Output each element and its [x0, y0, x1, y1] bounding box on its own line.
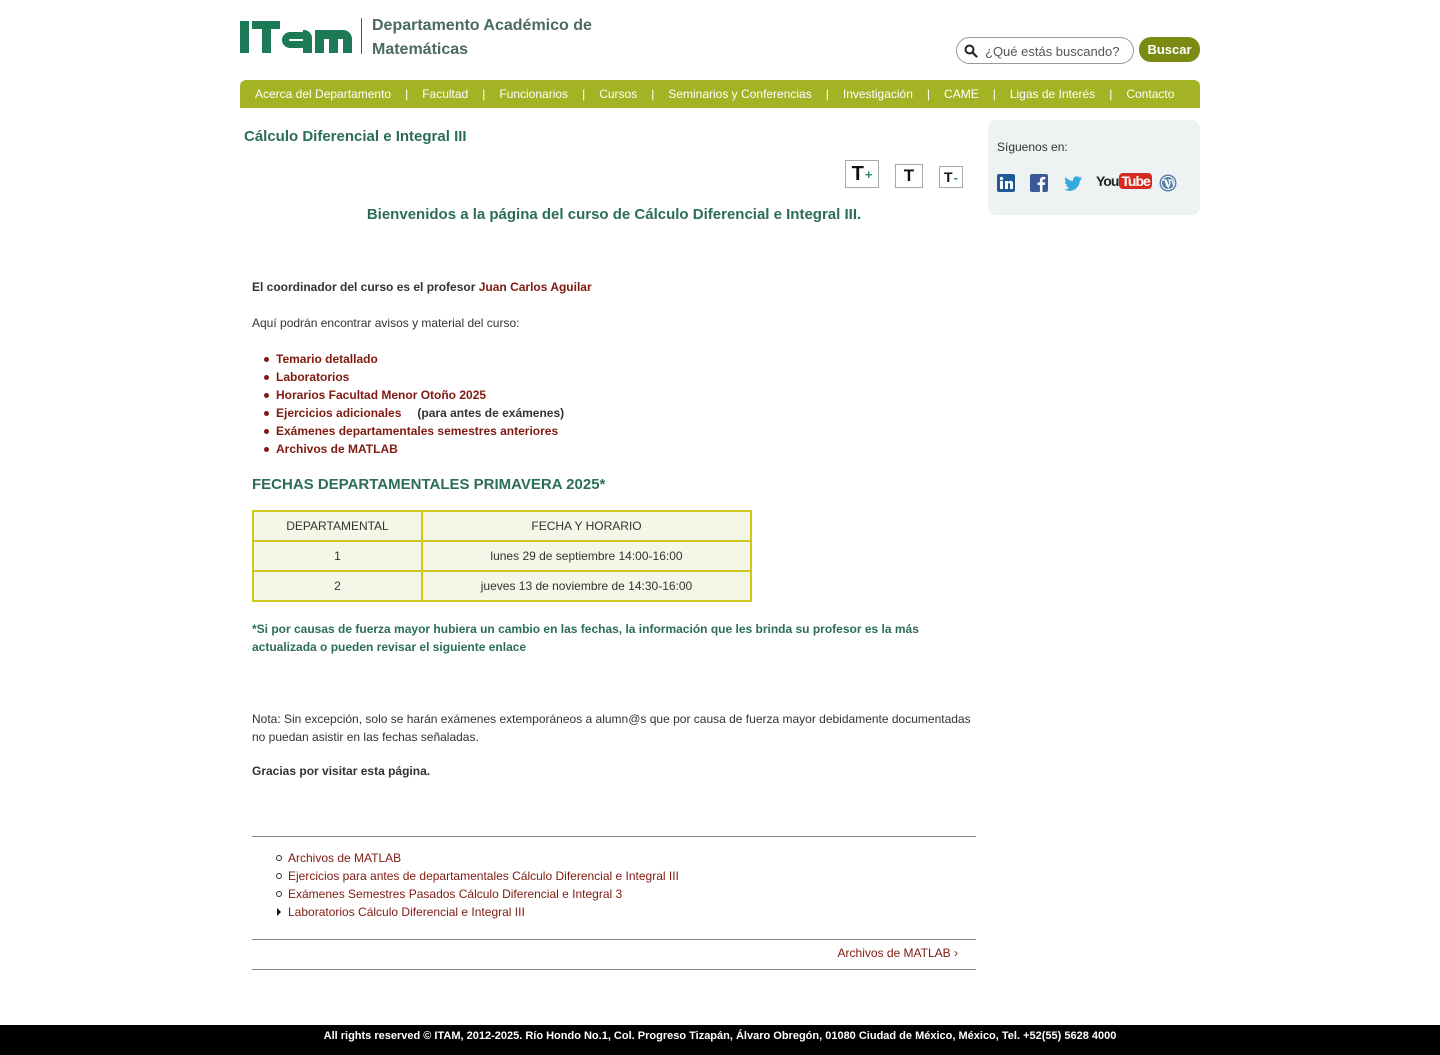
intro-text: Aquí podrán encontrar avisos y material … — [252, 316, 520, 330]
nav-item-contacto[interactable]: Contacto — [1126, 87, 1174, 101]
next-page-link[interactable]: Archivos de MATLAB › — [838, 946, 958, 960]
increase-text-glyph: T — [851, 162, 864, 185]
exam-dates-table: DEPARTAMENTAL FECHA Y HORARIO 1 lunes 29… — [252, 510, 752, 602]
linkedin-icon[interactable] — [997, 174, 1015, 192]
table-row: 1 lunes 29 de septiembre 14:00-16:00 — [252, 540, 752, 572]
nav-item-acerca[interactable]: Acerca del Departamento — [255, 87, 391, 101]
list-item: Ejercicios adicionales (para antes de exá… — [264, 404, 976, 422]
matlab-link[interactable]: Archivos de MATLAB — [276, 442, 398, 456]
itam-logo[interactable] — [240, 18, 352, 56]
list-item: Archivos de MATLAB — [276, 849, 679, 867]
list-item: Archivos de MATLAB — [264, 440, 976, 458]
nav-item-cursos[interactable]: Cursos — [599, 87, 637, 101]
horarios-link[interactable]: Horarios Facultad Menor Otoño 2025 — [276, 388, 486, 402]
increase-text-button[interactable]: T + — [845, 160, 879, 188]
list-item: Temario detallado — [264, 350, 976, 368]
book-navigation: Archivos de MATLAB Ejercicios para antes… — [276, 849, 679, 921]
book-link-laboratorios[interactable]: Laboratorios Cálculo Diferencial e Integ… — [288, 905, 525, 919]
divider — [252, 836, 976, 837]
youtube-tube-text: Tube — [1119, 173, 1152, 189]
course-content: El coordinador del curso es el profesor … — [252, 278, 976, 494]
reset-text-glyph: T — [903, 166, 915, 185]
youtube-icon[interactable]: You Tube — [1096, 173, 1152, 191]
reset-text-button[interactable]: T — [895, 164, 923, 188]
table-header-cell: FECHA Y HORARIO — [421, 510, 752, 542]
table-cell: 1 — [252, 540, 423, 572]
minus-icon: - — [953, 169, 958, 185]
coordinator-line: El coordinador del curso es el profesor … — [252, 278, 976, 296]
nav-separator: | — [926, 87, 931, 101]
course-links-list: Temario detallado Laboratorios Horarios … — [252, 350, 976, 458]
nav-separator: | — [825, 87, 829, 101]
table-header-cell: DEPARTAMENTAL — [252, 510, 423, 542]
facebook-icon[interactable] — [1030, 174, 1048, 192]
coordinator-link[interactable]: Juan Carlos Aguilar — [479, 280, 592, 294]
search-button[interactable]: Buscar — [1139, 37, 1200, 62]
follow-label: Síguenos en: — [997, 140, 1068, 154]
table-header-row: DEPARTAMENTAL FECHA Y HORARIO — [252, 510, 752, 542]
footer-text: All rights reserved © ITAM, 2012-2025. R… — [323, 1030, 1117, 1042]
plus-icon: + — [864, 166, 873, 182]
list-item: Exámenes departamentales semestres anter… — [264, 422, 976, 440]
book-link-matlab[interactable]: Archivos de MATLAB — [288, 851, 401, 865]
laboratorios-link[interactable]: Laboratorios — [276, 370, 349, 384]
nav-item-investigacion[interactable]: Investigación — [843, 87, 913, 101]
nav-item-seminarios[interactable]: Seminarios y Conferencias — [668, 87, 811, 101]
welcome-heading: Bienvenidos a la página del curso de Cál… — [366, 206, 862, 223]
nav-item-ligas[interactable]: Ligas de Interés — [1010, 87, 1095, 101]
next-page-nav: Archivos de MATLAB › — [252, 946, 958, 960]
book-link-examenes[interactable]: Exámenes Semestres Pasados Cálculo Difer… — [288, 887, 622, 901]
list-item: Laboratorios — [264, 368, 976, 386]
table-cell: 2 — [252, 570, 423, 602]
divider — [252, 969, 976, 970]
main-nav: Acerca del Departamento | Facultad | Fun… — [240, 80, 1200, 108]
list-item: Exámenes Semestres Pasados Cálculo Difer… — [276, 885, 679, 903]
table-cell: lunes 29 de septiembre 14:00-16:00 — [421, 540, 752, 572]
twitter-icon[interactable] — [1063, 174, 1083, 192]
ejercicios-note: (para antes de exámenes) — [417, 406, 565, 420]
extemporaneous-note: Nota: Sin excepción, solo se harán exáme… — [252, 712, 971, 744]
nav-item-came[interactable]: CAME — [944, 87, 979, 101]
decrease-text-glyph: T — [944, 169, 953, 185]
nav-separator: | — [482, 87, 486, 101]
thanks-text: Gracias por visitar esta página. — [252, 764, 431, 778]
dates-heading: FECHAS DEPARTAMENTALES PRIMAVERA 2025* — [252, 476, 606, 493]
book-link-ejercicios[interactable]: Ejercicios para antes de departamentales… — [288, 869, 679, 883]
decrease-text-button[interactable]: T- — [939, 166, 963, 188]
social-sidebar: Síguenos en: You Tube — [988, 120, 1200, 215]
table-row: 2 jueves 13 de noviembre de 14:30-16:00 — [252, 570, 752, 602]
department-name-line2: Matemáticas — [372, 41, 469, 58]
date-change-note: *Si por causas de fuerza mayor hubiera u… — [252, 622, 919, 654]
department-name-line1: Departamento Académico de — [372, 17, 592, 34]
nav-separator: | — [582, 87, 586, 101]
coordinator-prefix: El coordinador del curso es el profesor — [252, 280, 476, 294]
nav-separator: | — [405, 87, 409, 101]
list-item: Horarios Facultad Menor Otoño 2025 — [264, 386, 976, 404]
table-cell: jueves 13 de noviembre de 14:30-16:00 — [421, 570, 752, 602]
list-item: Ejercicios para antes de departamentales… — [276, 867, 679, 885]
ejercicios-link[interactable]: Ejercicios adicionales — [276, 406, 401, 420]
search-input[interactable] — [985, 42, 1131, 60]
logo-divider — [361, 18, 362, 54]
wordpress-icon[interactable] — [1159, 174, 1177, 192]
youtube-you-text: You — [1096, 173, 1119, 189]
page-title: Cálculo Diferencial e Integral III — [244, 128, 467, 145]
nav-item-facultad[interactable]: Facultad — [422, 87, 468, 101]
department-name[interactable]: Departamento Académico de Matemáticas — [372, 14, 632, 62]
temario-link[interactable]: Temario detallado — [276, 352, 378, 366]
examenes-link[interactable]: Exámenes departamentales semestres anter… — [276, 424, 558, 438]
nav-separator: | — [651, 87, 655, 101]
divider — [252, 939, 976, 940]
list-item: Laboratorios Cálculo Diferencial e Integ… — [276, 903, 679, 921]
nav-separator: | — [1109, 87, 1113, 101]
nav-item-funcionarios[interactable]: Funcionarios — [499, 87, 568, 101]
nav-separator: | — [992, 87, 996, 101]
search-box — [956, 37, 1134, 64]
footer: All rights reserved © ITAM, 2012-2025. R… — [0, 1025, 1440, 1055]
search-icon — [964, 44, 978, 58]
